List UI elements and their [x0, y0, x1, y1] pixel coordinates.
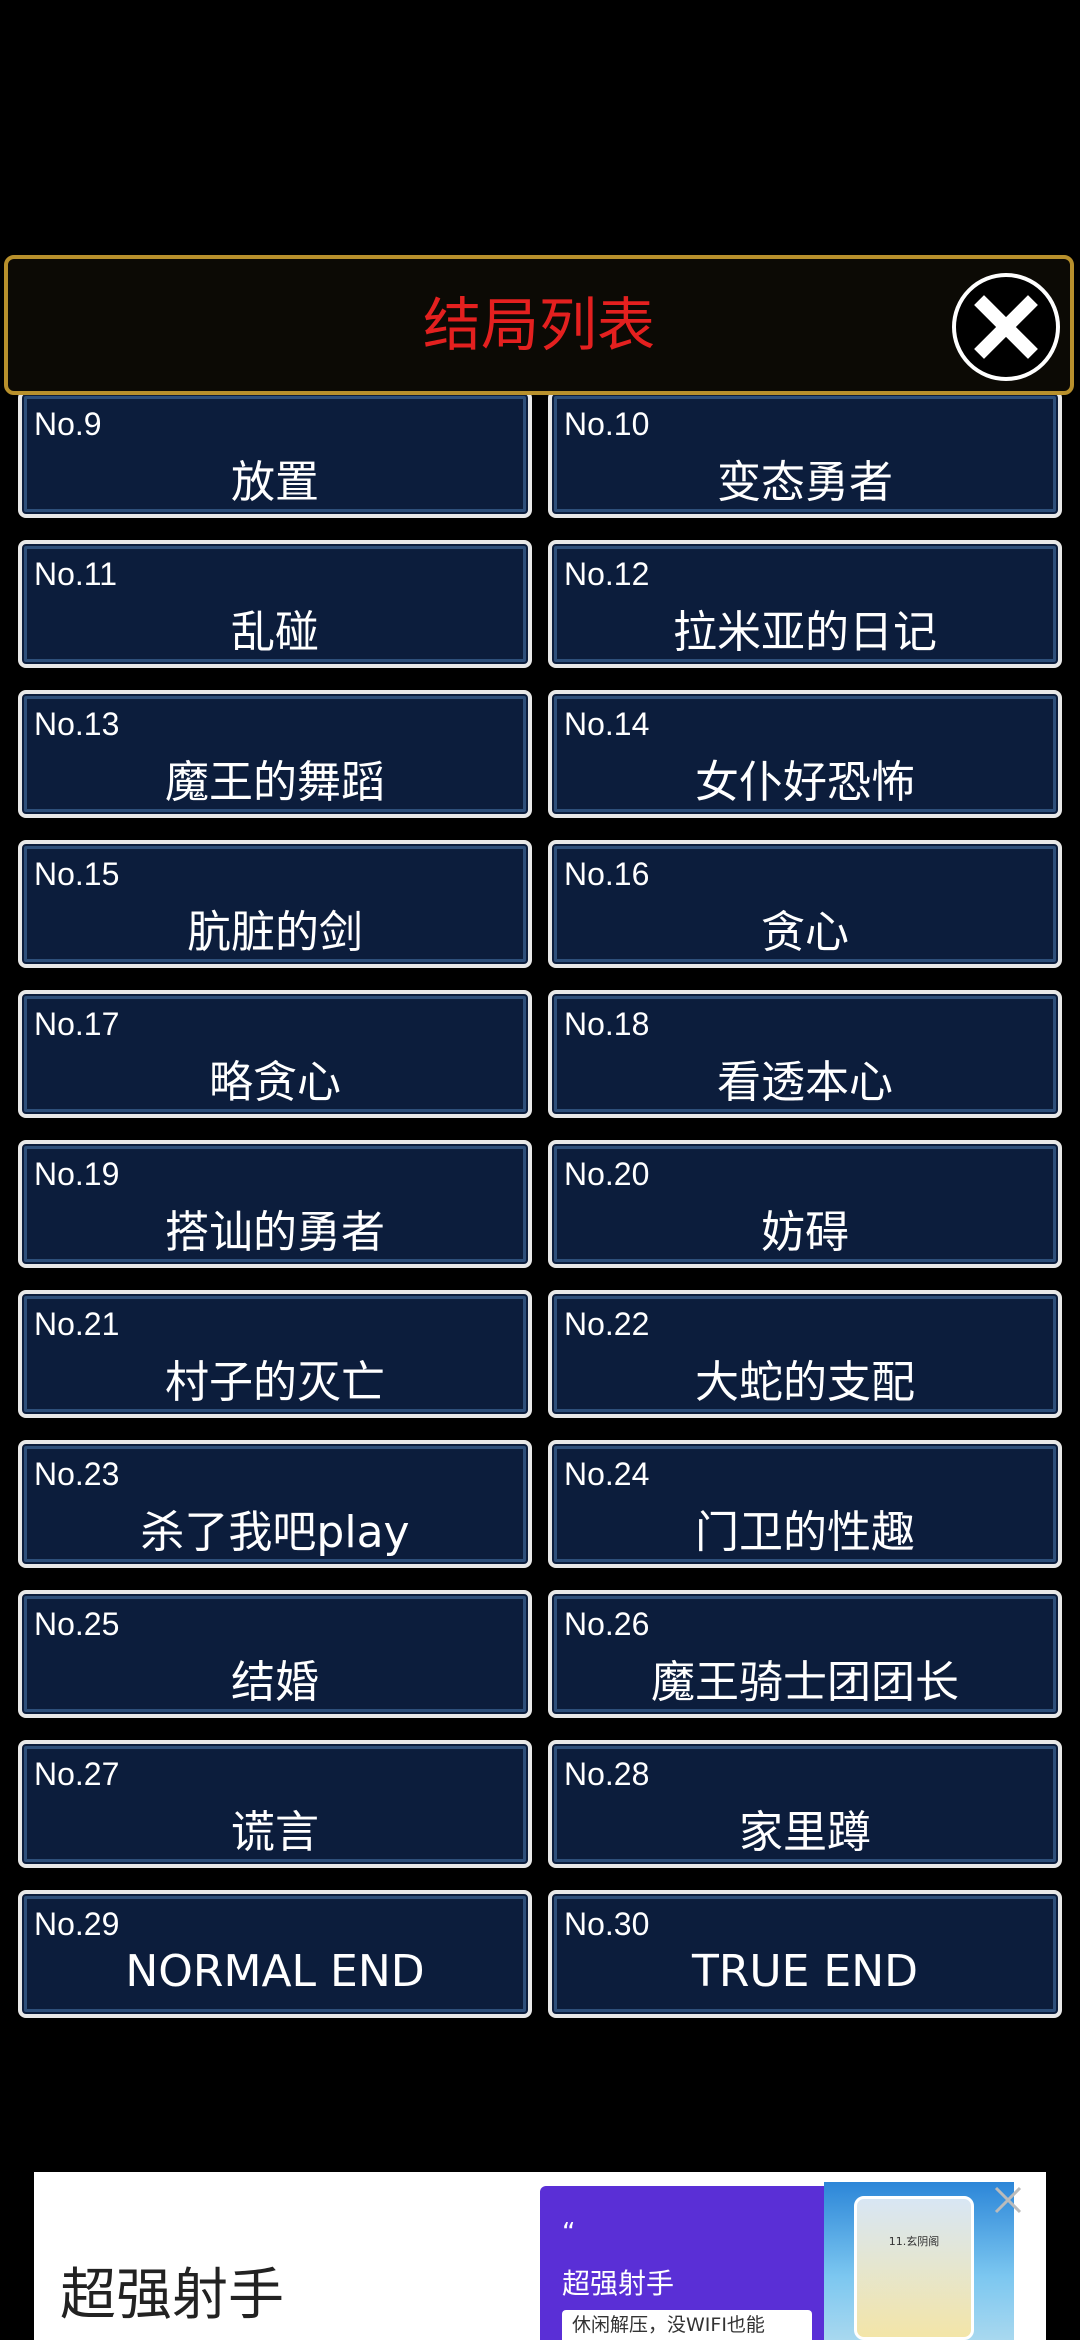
ending-number: No.10: [564, 406, 650, 442]
ending-title: 女仆好恐怖: [695, 757, 915, 808]
close-button[interactable]: [952, 273, 1060, 381]
ad-title: 超强射手: [60, 2263, 284, 2328]
ending-number: No.16: [564, 856, 650, 892]
ending-title: TRUE END: [691, 1946, 919, 1997]
ending-title: 拉米亚的日记: [673, 607, 937, 658]
ad-banner[interactable]: 超强射手 “ 超强射手 休闲解压，没WIFI也能 11.玄阴阁: [34, 2172, 1046, 2340]
ending-item[interactable]: No.30 TRUE END: [548, 1890, 1062, 2018]
ending-item[interactable]: No.9 放置: [18, 390, 532, 518]
ending-item[interactable]: No.29 NORMAL END: [18, 1890, 532, 2018]
ending-title: 搭讪的勇者: [165, 1207, 385, 1258]
ending-item[interactable]: No.23 杀了我吧play: [18, 1440, 532, 1568]
ending-number: No.15: [34, 856, 120, 892]
ending-title: 门卫的性趣: [695, 1507, 915, 1558]
ad-game-level: 11.玄阴阁: [888, 2235, 940, 2248]
ending-number: No.28: [564, 1756, 650, 1792]
ending-item[interactable]: No.16 贪心: [548, 840, 1062, 968]
ending-number: No.25: [34, 1606, 120, 1642]
ending-number: No.11: [34, 556, 118, 592]
ending-title: 妨碍: [761, 1207, 849, 1258]
ending-number: No.27: [34, 1756, 120, 1792]
ending-number: No.17: [34, 1006, 120, 1042]
ad-card-subtitle: 休闲解压，没WIFI也能: [562, 2310, 812, 2340]
ending-item[interactable]: No.22 大蛇的支配: [548, 1290, 1062, 1418]
ending-item[interactable]: No.14 女仆好恐怖: [548, 690, 1062, 818]
ending-title: NORMAL END: [125, 1946, 425, 1997]
ending-title: 变态勇者: [717, 457, 893, 508]
ad-phone-screenshot: 11.玄阴阁: [854, 2196, 974, 2340]
ending-title: 结婚: [231, 1657, 319, 1708]
ending-item[interactable]: No.26 魔王骑士团团长: [548, 1590, 1062, 1718]
ending-number: No.12: [564, 556, 650, 592]
ending-item[interactable]: No.13 魔王的舞蹈: [18, 690, 532, 818]
ending-title: 乱碰: [231, 607, 319, 658]
ending-title: 魔王骑士团团长: [651, 1657, 959, 1708]
ending-item[interactable]: No.12 拉米亚的日记: [548, 540, 1062, 668]
ending-title: 肮脏的剑: [187, 907, 363, 958]
endings-list[interactable]: No.9 放置 No.10 变态勇者 No.11 乱碰 No.12 拉米亚的日记 No.13 魔王…: [0, 380, 1080, 2020]
ending-number: No.20: [564, 1156, 650, 1192]
ending-number: No.29: [34, 1906, 120, 1942]
ending-item[interactable]: No.21 村子的灭亡: [18, 1290, 532, 1418]
ending-number: No.21: [34, 1306, 120, 1342]
ending-item[interactable]: No.19 搭讪的勇者: [18, 1140, 532, 1268]
ending-number: No.26: [564, 1606, 650, 1642]
ending-title: 贪心: [761, 907, 849, 958]
ad-close-button[interactable]: [990, 2182, 1026, 2218]
close-icon: [994, 2186, 1022, 2214]
ending-item[interactable]: No.15 肮脏的剑: [18, 840, 532, 968]
ad-game-image[interactable]: 11.玄阴阁: [824, 2182, 1014, 2340]
ending-number: No.13: [34, 706, 120, 742]
ending-title: 放置: [231, 457, 319, 508]
ending-item[interactable]: No.17 略贪心: [18, 990, 532, 1118]
ending-title: 谎言: [231, 1807, 319, 1858]
ending-title: 魔王的舞蹈: [165, 757, 385, 808]
ending-number: No.23: [34, 1456, 120, 1492]
ending-item[interactable]: No.25 结婚: [18, 1590, 532, 1718]
ending-item[interactable]: No.11 乱碰: [18, 540, 532, 668]
endings-header: 结局列表: [4, 255, 1074, 395]
ending-number: No.19: [34, 1156, 120, 1192]
ending-title: 杀了我吧play: [140, 1507, 410, 1558]
quote-icon: “: [562, 2218, 576, 2248]
ending-item[interactable]: No.28 家里蹲: [548, 1740, 1062, 1868]
ending-title: 看透本心: [717, 1057, 893, 1108]
ending-item[interactable]: No.10 变态勇者: [548, 390, 1062, 518]
ad-card-title: 超强射手: [562, 2267, 675, 2300]
page-title: 结局列表: [422, 291, 655, 359]
ending-title: 村子的灭亡: [165, 1357, 385, 1408]
ad-card[interactable]: “ 超强射手 休闲解压，没WIFI也能: [540, 2186, 830, 2340]
ending-item[interactable]: No.24 门卫的性趣: [548, 1440, 1062, 1568]
ending-number: No.14: [564, 706, 650, 742]
ending-number: No.22: [564, 1306, 650, 1342]
ending-number: No.24: [564, 1456, 650, 1492]
close-icon: [974, 295, 1038, 359]
ending-item[interactable]: No.18 看透本心: [548, 990, 1062, 1118]
ending-title: 略贪心: [209, 1057, 341, 1108]
ending-title: 大蛇的支配: [695, 1357, 915, 1408]
ending-item[interactable]: No.27 谎言: [18, 1740, 532, 1868]
ending-item[interactable]: No.20 妨碍: [548, 1140, 1062, 1268]
ending-number: No.9: [34, 406, 102, 442]
ending-number: No.18: [564, 1006, 650, 1042]
ending-title: 家里蹲: [739, 1807, 871, 1858]
ending-number: No.30: [564, 1906, 650, 1942]
